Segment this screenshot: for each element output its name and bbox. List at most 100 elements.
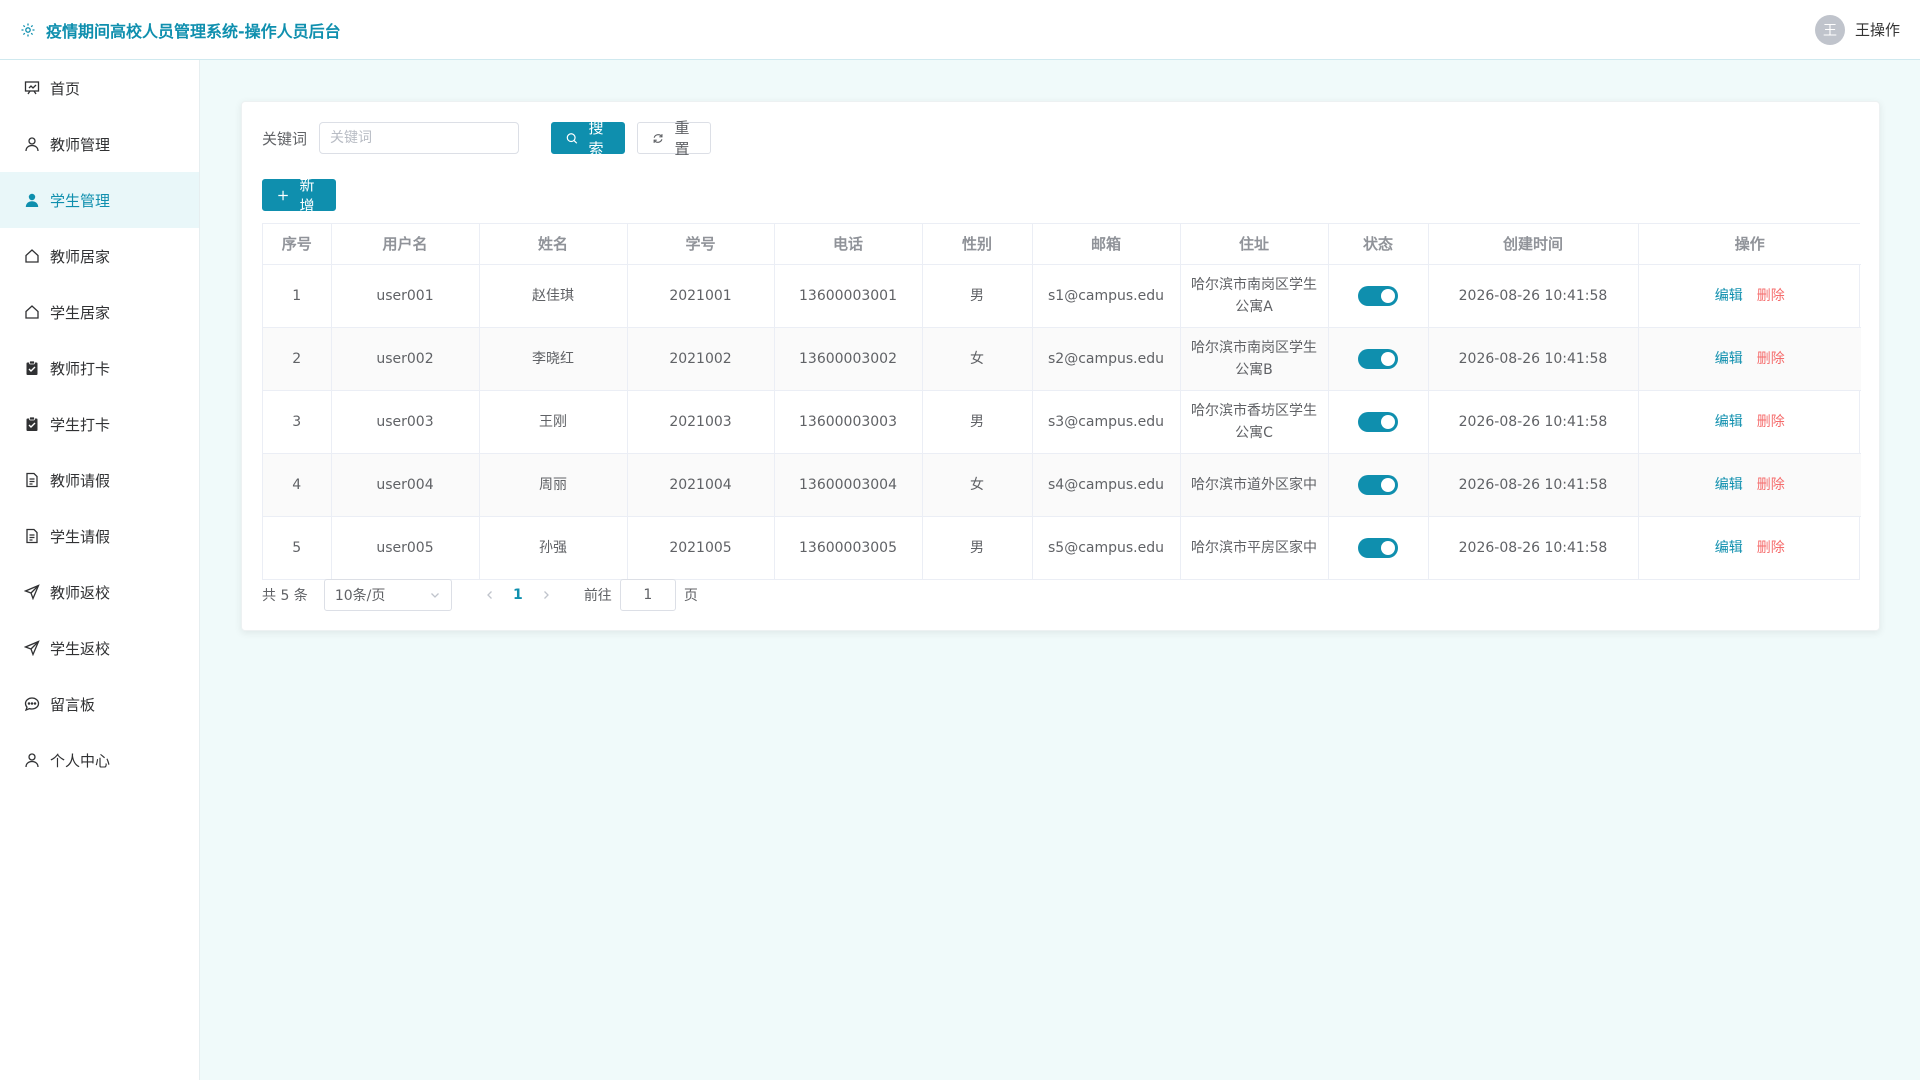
search-bar: 关键词 搜索 重置 — [262, 119, 712, 158]
cell-index: 5 — [263, 516, 332, 579]
page-size-select[interactable]: 10条/页 — [323, 579, 452, 611]
sidebar-item-8[interactable]: 学生请假 — [0, 508, 199, 564]
sidebar-item-11[interactable]: 留言板 — [0, 676, 199, 732]
cell-name: 周丽 — [479, 453, 628, 517]
column-header: 住址 — [1180, 224, 1329, 265]
delete-button[interactable]: 删除 — [1757, 288, 1785, 304]
search-button-label: 搜索 — [588, 119, 604, 158]
column-header: 序号 — [263, 224, 332, 265]
cell-address: 哈尔滨市香坊区学生公寓C — [1180, 390, 1329, 454]
cell-name: 李晓红 — [479, 327, 628, 391]
goto-suffix: 页 — [683, 588, 698, 604]
sidebar-item-label: 教师请假 — [50, 471, 111, 490]
cell-phone: 13600003005 — [774, 516, 923, 579]
column-header: 状态 — [1328, 224, 1429, 265]
user-menu[interactable]: 王 王操作 — [1814, 14, 1900, 45]
user-icon — [24, 136, 40, 152]
reset-button[interactable]: 重置 — [637, 119, 712, 158]
cell-status — [1328, 390, 1429, 454]
status-toggle[interactable] — [1358, 348, 1398, 369]
edit-button[interactable]: 编辑 — [1715, 540, 1743, 556]
cell-gender: 女 — [922, 453, 1033, 517]
cell-index: 3 — [263, 390, 332, 454]
column-header: 学号 — [627, 224, 775, 265]
sidebar-item-7[interactable]: 教师请假 — [0, 452, 199, 508]
document-icon — [24, 528, 40, 544]
cell-username: user003 — [331, 390, 480, 454]
edit-button[interactable]: 编辑 — [1715, 477, 1743, 493]
user-filled-icon — [24, 192, 40, 208]
dashboard-icon — [24, 80, 40, 96]
table-row: 2 user002 李晓红 2021002 13600003002 女 s2@campus.… — [263, 327, 1861, 391]
sidebar-item-label: 学生居家 — [50, 303, 111, 322]
cell-phone: 13600003003 — [774, 390, 923, 454]
table-header-row: 序号 用户名 姓名 学号 电话 性别 邮箱 住址 状态 创建时间 操作 — [263, 224, 1861, 265]
cell-username: user002 — [331, 327, 480, 391]
page-number-current[interactable]: 1 — [504, 587, 532, 603]
status-toggle[interactable] — [1358, 537, 1398, 558]
sidebar-item-12[interactable]: 个人中心 — [0, 732, 199, 788]
sidebar-item-3[interactable]: 教师居家 — [0, 228, 199, 284]
cell-actions: 编辑 删除 — [1638, 453, 1861, 517]
user-icon — [24, 752, 40, 768]
chevron-right-icon — [543, 591, 549, 599]
table-row: 5 user005 孙强 2021005 13600003005 男 s5@campus.e… — [263, 516, 1861, 579]
cell-created: 2026-08-26 10:41:58 — [1428, 453, 1639, 517]
edit-button[interactable]: 编辑 — [1715, 288, 1743, 304]
next-page-button[interactable] — [532, 581, 560, 609]
table-row: 3 user003 王刚 2021003 13600003003 男 s3@campus.e… — [263, 390, 1861, 454]
edit-button[interactable]: 编辑 — [1715, 351, 1743, 367]
cell-created: 2026-08-26 10:41:58 — [1428, 516, 1639, 579]
sidebar-item-label: 学生管理 — [50, 191, 111, 210]
cell-name: 赵佳琪 — [479, 264, 628, 328]
cell-student-id: 2021004 — [627, 453, 775, 517]
add-button[interactable]: 新增 — [262, 176, 336, 215]
cell-student-id: 2021001 — [627, 264, 775, 328]
cell-name: 王刚 — [479, 390, 628, 454]
delete-button[interactable]: 删除 — [1757, 477, 1785, 493]
sidebar-item-5[interactable]: 教师打卡 — [0, 340, 199, 396]
search-button[interactable]: 搜索 — [551, 119, 626, 158]
delete-button[interactable]: 删除 — [1757, 540, 1785, 556]
sidebar-item-6[interactable]: 学生打卡 — [0, 396, 199, 452]
sidebar-item-4[interactable]: 学生居家 — [0, 284, 199, 340]
sidebar-item-2[interactable]: 学生管理 — [0, 172, 199, 228]
house-icon — [24, 304, 40, 320]
sidebar-item-label: 学生请假 — [50, 527, 111, 546]
sidebar-item-10[interactable]: 学生返校 — [0, 620, 199, 676]
prev-page-button[interactable] — [476, 581, 504, 609]
sidebar-item-1[interactable]: 教师管理 — [0, 116, 199, 172]
edit-button[interactable]: 编辑 — [1715, 414, 1743, 430]
cell-student-id: 2021005 — [627, 516, 775, 579]
cell-gender: 女 — [922, 327, 1033, 391]
sidebar-item-label: 学生打卡 — [50, 415, 111, 434]
cell-index: 1 — [263, 264, 332, 328]
app-title: 疫情期间高校人员管理系统-操作人员后台 — [46, 21, 341, 41]
status-toggle[interactable] — [1358, 285, 1398, 306]
sidebar-item-label: 留言板 — [50, 695, 96, 714]
column-header: 邮箱 — [1032, 224, 1181, 265]
goto-page-input[interactable] — [619, 579, 676, 611]
plus-icon — [278, 190, 288, 200]
status-toggle[interactable] — [1358, 411, 1398, 432]
user-name[interactable]: 王操作 — [1855, 19, 1900, 40]
sidebar-item-label: 学生返校 — [50, 639, 111, 658]
sidebar-item-0[interactable]: 首页 — [0, 60, 199, 116]
status-toggle[interactable] — [1358, 474, 1398, 495]
checklist-icon — [24, 360, 40, 376]
sidebar-item-label: 教师居家 — [50, 247, 111, 266]
delete-button[interactable]: 删除 — [1757, 414, 1785, 430]
sidebar-item-9[interactable]: 教师返校 — [0, 564, 199, 620]
column-header: 操作 — [1638, 224, 1861, 265]
cell-email: s1@campus.edu — [1032, 264, 1181, 328]
column-header: 创建时间 — [1428, 224, 1639, 265]
avatar[interactable]: 王 — [1814, 14, 1845, 45]
cell-gender: 男 — [922, 516, 1033, 579]
cell-email: s4@campus.edu — [1032, 453, 1181, 517]
table-row: 4 user004 周丽 2021004 13600003004 女 s4@campus.e… — [263, 453, 1861, 517]
cell-status — [1328, 327, 1429, 391]
cell-created: 2026-08-26 10:41:58 — [1428, 390, 1639, 454]
keyword-input[interactable] — [319, 122, 520, 154]
column-header: 性别 — [922, 224, 1033, 265]
delete-button[interactable]: 删除 — [1757, 351, 1785, 367]
